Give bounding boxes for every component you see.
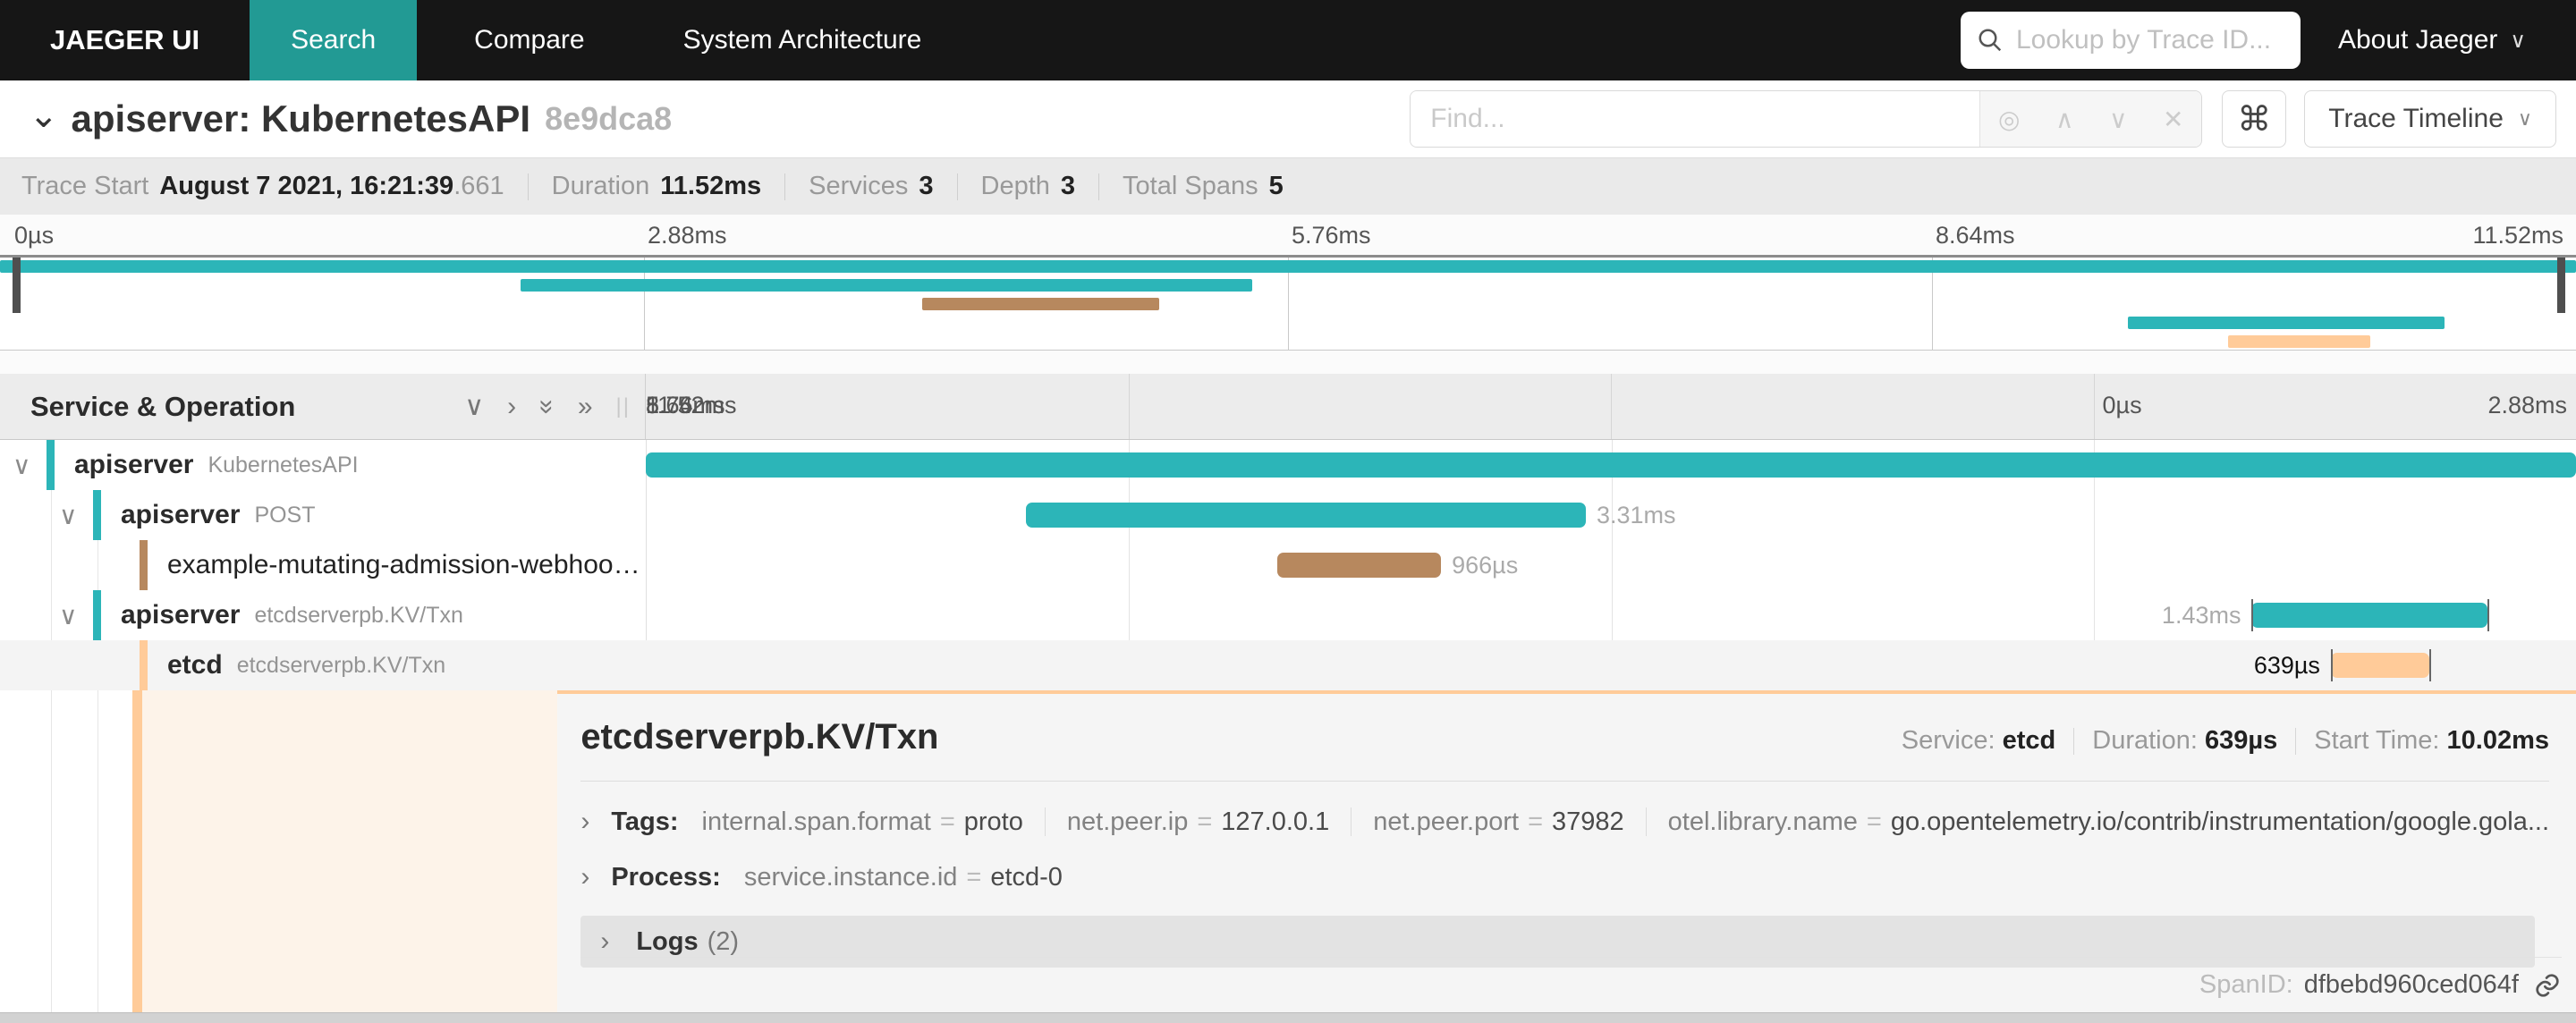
detail-service: Service: etcd (1901, 726, 2056, 755)
span-row-apiserver-kubernetesapi[interactable]: ∨ apiserver KubernetesAPI (0, 440, 2576, 490)
detail-duration: Duration: 639µs (2092, 726, 2278, 755)
trace-start: Trace Start August 7 2021, 16:21:39 .661 (21, 172, 504, 200)
trace-lookup-input[interactable] (2015, 25, 2284, 55)
about-jaeger-menu[interactable]: About Jaeger ∨ (2301, 0, 2576, 80)
trace-minimap: 0µs 2.88ms 5.76ms 8.64ms 11.52ms (0, 215, 2576, 374)
span-bar[interactable] (1276, 553, 1442, 578)
span-color-bar (93, 490, 101, 540)
find-controls: ◎ ∧ ∨ ✕ (1979, 91, 2202, 147)
expand-icon: › (600, 926, 610, 956)
view-selector-button[interactable]: Trace Timeline ∨ (2304, 90, 2556, 148)
span-detail-footer: SpanID: dfbebd960ced064f (580, 957, 2562, 1012)
collapse-all-icon[interactable]: » (532, 399, 563, 414)
span-color-bar (93, 590, 101, 640)
trace-services: Services 3 (809, 172, 934, 200)
collapse-children-icon[interactable]: ∨ (59, 501, 93, 530)
column-resize-grip[interactable]: || (616, 394, 631, 419)
link-icon[interactable] (2533, 971, 2562, 1000)
bottom-scroll-strip[interactable] (0, 1012, 2576, 1023)
trace-page-header: ⌄ apiserver: KubernetesAPI 8e9dca8 ◎ ∧ ∨… (0, 80, 2576, 157)
process-pair: service.instance.id = etcd-0 (743, 862, 1063, 892)
span-duration-label: 1.43ms (2161, 602, 2241, 629)
span-bar[interactable] (646, 452, 2576, 478)
brand-link[interactable]: JAEGER UI (0, 0, 250, 80)
span-duration-label: 3.31ms (1596, 502, 1676, 528)
detail-operation-name: etcdserverpb.KV/Txn (580, 717, 939, 757)
collapse-children-icon[interactable]: ∨ (13, 451, 47, 480)
search-icon (1979, 29, 2002, 52)
nav-item-compare[interactable]: Compare (433, 0, 625, 80)
chevron-down-icon: ∨ (2517, 107, 2532, 130)
span-row-apiserver-etcd-txn[interactable]: ∨ apiserver etcdserverpb.KV/Txn 1.43ms (0, 590, 2576, 640)
minimap-span-bar (520, 279, 1252, 292)
span-row-apiserver-post[interactable]: ∨ apiserver POST 3.31ms (0, 490, 2576, 540)
next-result-icon[interactable]: ∨ (2109, 105, 2128, 134)
minimap-ticks: 0µs 2.88ms 5.76ms 8.64ms 11.52ms (14, 222, 2563, 249)
span-duration-label: 639µs (2253, 652, 2320, 679)
tick-label: 11.52ms (646, 392, 737, 418)
trace-lookup-box (1960, 12, 2301, 69)
nav-item-search[interactable]: Search (250, 0, 418, 80)
expand-all-icon[interactable]: » (578, 392, 593, 422)
expand-icon[interactable]: › (580, 862, 611, 892)
tick-label: 2.88ms (2487, 392, 2567, 418)
minimap-span-bar (922, 298, 1159, 310)
tag-pair: internal.span.format = proto (701, 807, 1023, 836)
span-bar[interactable] (2251, 603, 2487, 628)
expand-icon[interactable]: › (580, 807, 611, 837)
span-row-webhook[interactable]: ∨ example-mutating-admission-webhook... … (0, 540, 2576, 590)
tag-pair: net.peer.port = 37982 (1373, 807, 1624, 836)
minimap-canvas[interactable] (0, 255, 2576, 351)
find-group: ◎ ∧ ∨ ✕ (1410, 90, 2203, 148)
nav-item-system-architecture[interactable]: System Architecture (642, 0, 963, 80)
span-row-etcd-txn[interactable]: ∨ etcd etcdserverpb.KV/Txn 639µs (0, 640, 2576, 690)
span-color-bar (47, 440, 55, 490)
minimap-span-bar (2228, 335, 2370, 348)
trace-duration: Duration 11.52ms (551, 172, 762, 200)
chevron-down-icon: ∨ (2510, 28, 2526, 53)
collapse-children-icon[interactable]: ∨ (59, 601, 93, 630)
trace-depth: Depth 3 (980, 172, 1076, 200)
tags-row[interactable]: › Tags: internal.span.format = proto net.p… (580, 807, 2549, 837)
trace-summary-bar: Trace Start August 7 2021, 16:21:39 .661… (0, 157, 2576, 215)
locate-icon[interactable]: ◎ (1998, 105, 2020, 134)
tag-pair: net.peer.ip = 127.0.0.1 (1066, 807, 1330, 836)
span-detail-left-gutter (0, 690, 558, 1012)
span-id-value: dfbebd960ced064f (2303, 970, 2519, 999)
collapse-one-icon[interactable]: ∨ (464, 391, 484, 422)
process-row[interactable]: › Process: service.instance.id = etcd-0 (580, 862, 2549, 892)
minimap-left-handle[interactable] (13, 258, 21, 313)
minimap-span-bar (0, 260, 2576, 273)
span-color-accent (132, 690, 142, 1012)
find-input[interactable] (1411, 91, 1980, 147)
span-detail-panel: etcdserverpb.KV/Txn Service: etcd Durati… (557, 690, 2576, 1012)
clear-find-icon[interactable]: ✕ (2163, 105, 2183, 134)
collapse-trace-icon[interactable]: ⌄ (29, 95, 59, 136)
jaeger-trace-page: JAEGER UI Search Compare System Architec… (0, 0, 2576, 1023)
expand-one-icon[interactable]: › (507, 392, 516, 422)
prev-result-icon[interactable]: ∧ (2055, 105, 2074, 134)
trace-id: 8e9dca8 (545, 100, 673, 137)
trace-title[interactable]: apiserver: KubernetesAPI (72, 97, 531, 140)
timeline-column-header: Service & Operation ∨ › » » || 0µs 2.88m… (0, 374, 2576, 440)
minimap-right-handle[interactable] (2557, 258, 2565, 313)
span-duration-label: 966µs (1452, 552, 1519, 579)
keyboard-shortcuts-button[interactable]: ⌘ (2222, 90, 2287, 148)
minimap-span-bar (2127, 317, 2445, 329)
trace-total-spans: Total Spans 5 (1123, 172, 1284, 200)
span-color-bar (140, 540, 148, 590)
command-icon: ⌘ (2237, 100, 2272, 139)
service-operation-header: Service & Operation (30, 390, 296, 422)
tag-pair: otel.library.name = go.opentelemetry.io/co… (1667, 807, 2549, 836)
span-detail-section: etcdserverpb.KV/Txn Service: etcd Durati… (0, 690, 2576, 1012)
detail-start-time: Start Time: 10.02ms (2314, 726, 2549, 755)
tick-label: 0µs (2102, 392, 2142, 418)
span-color-bar (140, 640, 148, 690)
span-bar[interactable] (1026, 503, 1586, 528)
span-bar[interactable] (2330, 653, 2429, 678)
top-nav: JAEGER UI Search Compare System Architec… (0, 0, 2576, 80)
span-rows: ∨ apiserver KubernetesAPI ∨ apiserver PO… (0, 440, 2576, 690)
